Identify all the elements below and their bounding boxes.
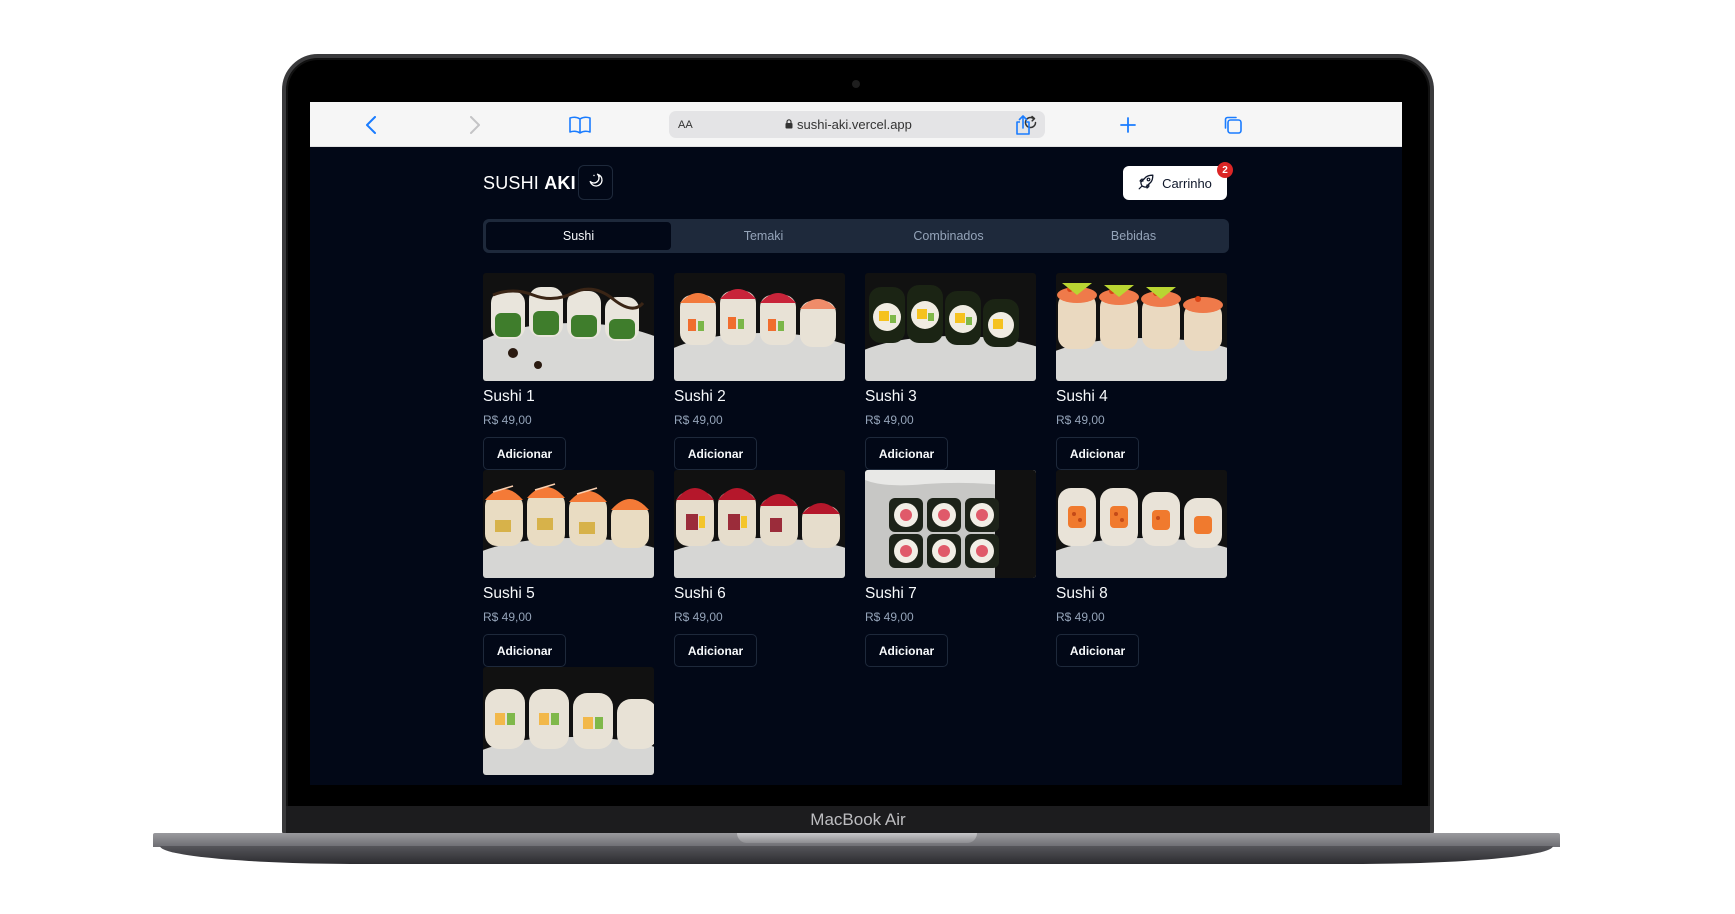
- product-title: Sushi 2: [674, 388, 726, 405]
- product-image[interactable]: [1056, 273, 1227, 381]
- url-text: sushi-aki.vercel.app: [797, 117, 912, 132]
- theme-toggle-button[interactable]: [578, 165, 613, 200]
- back-icon[interactable]: [356, 102, 386, 147]
- product-card: [483, 667, 654, 775]
- product-card: Sushi 2 R$ 49,00 Adicionar: [674, 273, 845, 470]
- product-title: Sushi 8: [1056, 585, 1108, 602]
- product-price: R$ 49,00: [674, 610, 723, 624]
- tab-bebidas[interactable]: Bebidas: [1041, 222, 1226, 250]
- text-size-button[interactable]: AA: [678, 119, 693, 131]
- bookmarks-icon[interactable]: [565, 102, 595, 147]
- address-bar[interactable]: AA sushi-aki.vercel.app: [669, 111, 1045, 138]
- share-icon[interactable]: [1008, 102, 1038, 147]
- product-title: Sushi 3: [865, 388, 917, 405]
- product-image[interactable]: [483, 667, 654, 775]
- product-card: Sushi 7 R$ 49,00 Adicionar: [865, 470, 1036, 667]
- cart-label: Carrinho: [1162, 175, 1212, 191]
- brand-logo[interactable]: SUSHI AKI: [483, 173, 576, 194]
- product-card: Sushi 4 R$ 49,00 Adicionar: [1056, 273, 1227, 470]
- tab-sushi[interactable]: Sushi: [486, 222, 671, 250]
- product-image[interactable]: [483, 273, 654, 381]
- add-to-cart-button[interactable]: Adicionar: [674, 437, 757, 470]
- product-title: Sushi 4: [1056, 388, 1108, 405]
- add-to-cart-button[interactable]: Adicionar: [483, 437, 566, 470]
- add-to-cart-button[interactable]: Adicionar: [674, 634, 757, 667]
- product-card: Sushi 1 R$ 49,00 Adicionar: [483, 273, 654, 470]
- product-title: Sushi 1: [483, 388, 535, 405]
- product-image[interactable]: [1056, 470, 1227, 578]
- camera-icon: [852, 80, 860, 88]
- product-image[interactable]: [674, 470, 845, 578]
- add-to-cart-button[interactable]: Adicionar: [1056, 437, 1139, 470]
- product-title: Sushi 6: [674, 585, 726, 602]
- cart-button[interactable]: Carrinho: [1123, 166, 1227, 200]
- product-price: R$ 49,00: [865, 413, 914, 427]
- add-to-cart-button[interactable]: Adicionar: [865, 437, 948, 470]
- product-card: Sushi 8 R$ 49,00 Adicionar: [1056, 470, 1227, 667]
- safari-toolbar: AA sushi-aki.vercel.app: [310, 102, 1402, 147]
- add-to-cart-button[interactable]: Adicionar: [483, 634, 566, 667]
- laptop-hinge-notch: [737, 833, 977, 843]
- product-image[interactable]: [865, 470, 1036, 578]
- device-label: MacBook Air: [286, 806, 1430, 833]
- product-price: R$ 49,00: [483, 610, 532, 624]
- cart-count-badge: 2: [1217, 162, 1233, 178]
- category-tabs: Sushi Temaki Combinados Bebidas: [483, 219, 1229, 253]
- product-price: R$ 49,00: [483, 413, 532, 427]
- product-price: R$ 49,00: [674, 413, 723, 427]
- laptop-base-edge: [160, 846, 1553, 864]
- product-price: R$ 49,00: [865, 610, 914, 624]
- product-price: R$ 49,00: [1056, 610, 1105, 624]
- product-title: Sushi 7: [865, 585, 917, 602]
- product-image[interactable]: [865, 273, 1036, 381]
- product-image[interactable]: [483, 470, 654, 578]
- tab-combinados[interactable]: Combinados: [856, 222, 1041, 250]
- lock-icon: [785, 119, 793, 129]
- laptop-mockup: AA sushi-aki.vercel.app SUSHI AKI Carrin…: [0, 0, 1735, 914]
- product-card: Sushi 6 R$ 49,00 Adicionar: [674, 470, 845, 667]
- brand-prefix: SUSHI: [483, 173, 540, 193]
- add-to-cart-button[interactable]: Adicionar: [1056, 634, 1139, 667]
- new-tab-icon[interactable]: [1113, 102, 1143, 147]
- product-card: Sushi 5 R$ 49,00 Adicionar: [483, 470, 654, 667]
- browser-screen: AA sushi-aki.vercel.app SUSHI AKI Carrin…: [310, 102, 1402, 785]
- tabs-overview-icon[interactable]: [1218, 102, 1248, 147]
- product-price: R$ 49,00: [1056, 413, 1105, 427]
- moon-icon: [588, 172, 604, 193]
- app-header: SUSHI AKI Carrinho 2: [483, 147, 1233, 223]
- product-title: Sushi 5: [483, 585, 535, 602]
- add-to-cart-button[interactable]: Adicionar: [865, 634, 948, 667]
- product-image[interactable]: [674, 273, 845, 381]
- product-card: Sushi 3 R$ 49,00 Adicionar: [865, 273, 1036, 470]
- tab-temaki[interactable]: Temaki: [671, 222, 856, 250]
- forward-icon[interactable]: [460, 102, 490, 147]
- brand-bold: AKI: [544, 173, 576, 193]
- rocket-icon: [1138, 174, 1154, 193]
